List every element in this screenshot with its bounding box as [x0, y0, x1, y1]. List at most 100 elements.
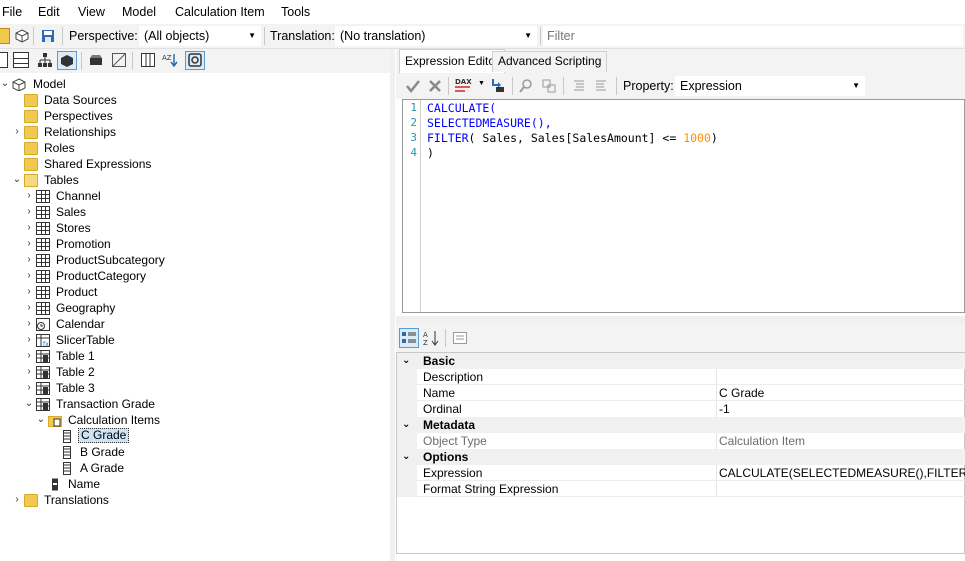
deploy-arrow-icon[interactable]: [489, 77, 505, 93]
chevron-down-icon[interactable]: ⌄: [402, 417, 410, 433]
cancel-x-icon[interactable]: [427, 78, 443, 94]
chevron-right-icon[interactable]: ›: [24, 188, 34, 204]
toolbar-separator: [616, 77, 617, 95]
toolbar-separator: [33, 27, 34, 45]
show-hidden-icon[interactable]: [88, 52, 104, 68]
chevron-right-icon[interactable]: ›: [24, 220, 34, 236]
find-icon[interactable]: [518, 78, 534, 94]
perspective-select[interactable]: (All objects) ▼: [139, 26, 261, 46]
save-icon[interactable]: [40, 28, 56, 44]
show-tables-icon[interactable]: [13, 52, 29, 68]
tree-label: Roles: [44, 141, 75, 155]
filter-input[interactable]: [543, 26, 963, 46]
show-translations-icon[interactable]: [185, 51, 205, 70]
deploy-icon[interactable]: [14, 28, 30, 44]
chevron-right-icon[interactable]: ›: [24, 268, 34, 284]
horizontal-splitter[interactable]: [396, 316, 965, 324]
chevron-right-icon[interactable]: ›: [24, 236, 34, 252]
chevron-right-icon[interactable]: ›: [24, 284, 34, 300]
chevron-right-icon[interactable]: ›: [24, 348, 34, 364]
display-mode-icon[interactable]: [0, 52, 8, 68]
tree-toolbar: AZ: [0, 49, 392, 73]
chevron-right-icon[interactable]: ›: [24, 364, 34, 380]
chevron-down-icon[interactable]: ⌄: [36, 412, 46, 428]
chevron-right-icon[interactable]: ›: [24, 380, 34, 396]
translation-select[interactable]: (No translation) ▼: [335, 26, 537, 46]
code-text: ): [710, 131, 718, 145]
line-number: 2: [410, 116, 417, 129]
code-editor[interactable]: 1 2 3 4 CALCULATE( SELECTEDMEASURE(), FI…: [402, 99, 965, 313]
chevron-right-icon[interactable]: ›: [24, 204, 34, 220]
tree-label: Tables: [44, 173, 79, 187]
chevron-down-icon[interactable]: ⌄: [402, 353, 410, 369]
menu-edit[interactable]: Edit: [38, 5, 60, 19]
editor-tabs: Expression Editor Advanced Scripting: [396, 49, 965, 73]
tree-label: Transaction Grade: [56, 397, 155, 411]
menu-tools[interactable]: Tools: [281, 5, 310, 19]
menu-model[interactable]: Model: [122, 5, 156, 19]
property-row-ordinal[interactable]: Ordinal -1: [397, 401, 965, 417]
dax-format-icon[interactable]: DAX: [454, 76, 476, 96]
calculation-item-icon: [60, 462, 74, 475]
calculation-item-icon: [60, 446, 74, 459]
model-cube-icon: [12, 78, 26, 92]
tree-label: Calculation Items: [68, 413, 161, 427]
chevron-right-icon[interactable]: ›: [24, 316, 34, 332]
column-view-icon[interactable]: [140, 52, 156, 68]
replace-icon[interactable]: [541, 78, 557, 94]
property-row-expression[interactable]: Expression CALCULATE(SELECTEDMEASURE(),F…: [397, 465, 965, 481]
categorized-icon[interactable]: [399, 328, 419, 348]
category-basic[interactable]: ⌄ Basic: [397, 353, 965, 369]
chevron-down-icon[interactable]: ⌄: [12, 172, 22, 188]
property-pages-icon[interactable]: [452, 330, 468, 346]
calculation-group-icon: [36, 398, 50, 411]
menu-calculation-item[interactable]: Calculation Item: [175, 5, 265, 19]
alphabetical-sort-icon[interactable]: AZ: [423, 330, 439, 347]
chevron-down-icon[interactable]: ⌄: [402, 449, 410, 465]
tree-label: ProductSubcategory: [56, 253, 165, 267]
property-row-object-type[interactable]: Object Type Calculation Item: [397, 433, 965, 449]
code-keyword: CALCULATE(: [427, 101, 497, 115]
show-measures-icon[interactable]: [57, 51, 77, 70]
show-hierarchy-icon[interactable]: [37, 52, 53, 68]
tree-label: Product: [56, 285, 98, 299]
property-label: Description: [423, 370, 484, 384]
category-options[interactable]: ⌄ Options: [397, 449, 965, 465]
category-metadata[interactable]: ⌄ Metadata: [397, 417, 965, 433]
chevron-right-icon[interactable]: ›: [12, 492, 22, 508]
property-row-description[interactable]: Description: [397, 369, 965, 385]
accept-check-icon[interactable]: [405, 78, 421, 94]
svg-text:DAX: DAX: [455, 78, 472, 86]
property-select[interactable]: Expression ▼: [675, 76, 865, 96]
menu-file[interactable]: File: [2, 5, 22, 19]
calculation-item-icon: [60, 430, 74, 443]
toolbar-separator: [512, 77, 513, 95]
chevron-down-icon[interactable]: ▼: [478, 80, 485, 87]
tree-label: Shared Expressions: [44, 157, 152, 171]
comment-icon[interactable]: [571, 78, 587, 94]
open-icon[interactable]: [0, 28, 10, 44]
tab-expression-editor[interactable]: Expression Editor: [399, 49, 506, 73]
tree-label: Geography: [56, 301, 116, 315]
chevron-down-icon[interactable]: ⌄: [0, 76, 10, 92]
menu-view[interactable]: View: [78, 5, 105, 19]
property-row-name[interactable]: Name C Grade: [397, 385, 965, 401]
code-line-4: ): [427, 146, 434, 160]
chevron-down-icon[interactable]: ⌄: [24, 396, 34, 412]
folder-icon: [24, 126, 38, 139]
tab-advanced-scripting[interactable]: Advanced Scripting: [492, 51, 608, 72]
sort-icon[interactable]: AZ: [162, 52, 178, 68]
vertical-splitter[interactable]: [390, 49, 395, 561]
chevron-right-icon[interactable]: ›: [24, 332, 34, 348]
svg-text:AZ: AZ: [162, 54, 172, 62]
chevron-right-icon[interactable]: ›: [24, 300, 34, 316]
property-label: Expression: [423, 466, 483, 480]
chevron-right-icon[interactable]: ›: [24, 252, 34, 268]
uncomment-icon[interactable]: [593, 78, 609, 94]
row-margin: [397, 385, 417, 401]
show-all-objects-icon[interactable]: [111, 52, 127, 68]
line-number: 3: [410, 131, 417, 144]
property-row-format-string[interactable]: Format String Expression: [397, 481, 965, 497]
chevron-right-icon[interactable]: ›: [12, 124, 22, 140]
perspective-label: Perspective:: [69, 29, 138, 43]
